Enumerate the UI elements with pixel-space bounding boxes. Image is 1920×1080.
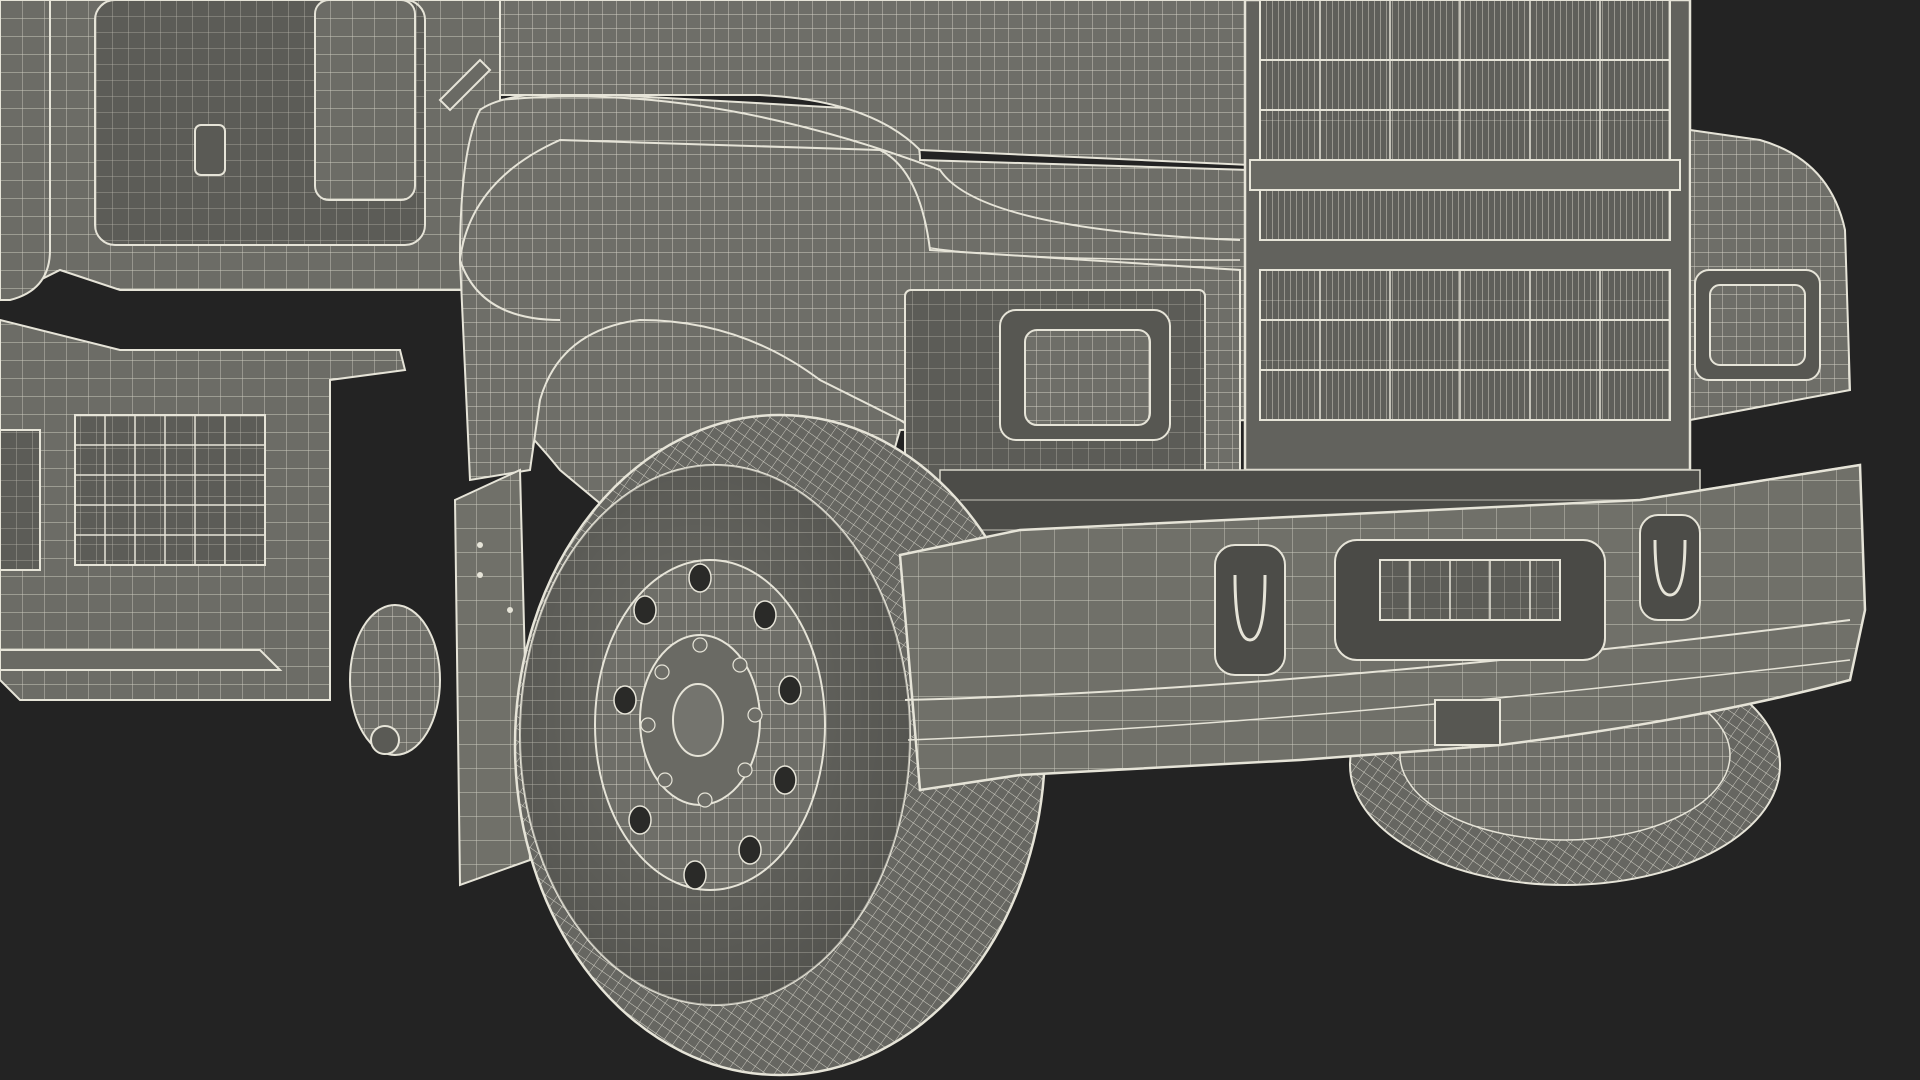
fuel-tank <box>349 604 441 756</box>
step-box <box>0 318 407 701</box>
tow-hook-right <box>1639 514 1701 621</box>
headlight-right <box>1694 269 1821 381</box>
exhaust-pipe <box>0 0 51 301</box>
radiator-grille <box>1243 0 1692 472</box>
headlight-left <box>904 289 1206 491</box>
truck-wireframe-render <box>0 0 1867 1077</box>
mud-flap <box>453 468 532 887</box>
render-canvas <box>0 0 1920 1080</box>
winch-pocket <box>1334 539 1606 661</box>
tow-hook-left <box>1214 544 1286 676</box>
